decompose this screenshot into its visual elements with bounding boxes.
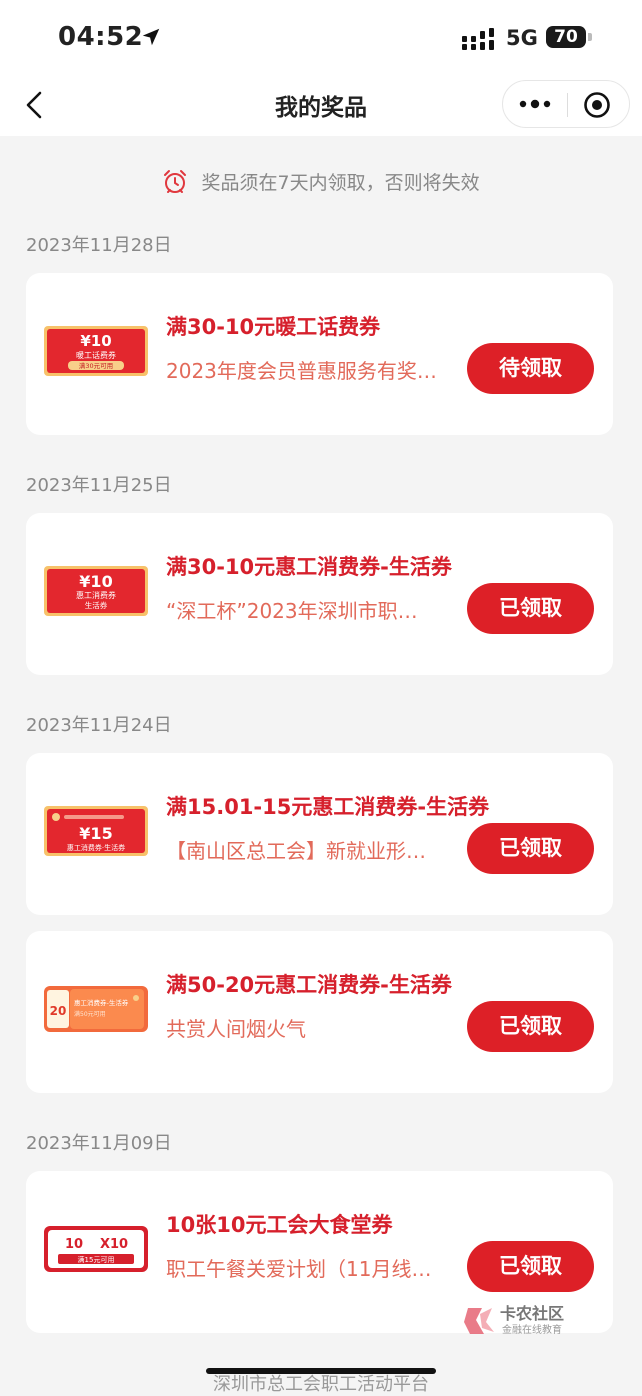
- claimed-button[interactable]: 已领取: [467, 1001, 594, 1052]
- signal-icon: [462, 28, 494, 50]
- prize-card[interactable]: ¥10 暖工话费券 满30元可用 满30-10元暖工话费券 2023年度会员普惠…: [26, 273, 613, 435]
- date-header: 2023年11月25日: [26, 475, 172, 496]
- phone-bill-coupon-image: ¥10 暖工话费券 满30元可用: [44, 326, 148, 376]
- expiry-notice: 奖品须在7天内领取，否则将失效: [0, 168, 642, 200]
- coupon-condition: 满50元可用: [74, 1010, 106, 1018]
- claim-button[interactable]: 待领取: [467, 343, 594, 394]
- network-type: 5G: [506, 26, 538, 50]
- alarm-clock-icon: [164, 169, 187, 193]
- consumption-coupon-image: ¥15 惠工消费券·生活券: [44, 806, 148, 856]
- consumption-coupon-image: 20 惠工消费券-生活券 满50元可用: [44, 986, 148, 1032]
- prize-subtitle: 职工午餐关爱计划（11月线…: [166, 1257, 432, 1281]
- prize-card[interactable]: 20 惠工消费券-生活券 满50元可用 满50-20元惠工消费券-生活券 共赏人…: [26, 931, 613, 1093]
- coupon-amount: ¥15: [79, 824, 112, 843]
- battery-tip: [588, 33, 592, 41]
- prize-title: 满15.01-15元惠工消费券-生活券: [166, 795, 490, 819]
- more-dots-icon[interactable]: [517, 91, 553, 117]
- prize-card[interactable]: ¥15 惠工消费券·生活券 满15.01-15元惠工消费券-生活券 【南山区总工…: [26, 753, 613, 915]
- prize-title: 满30-10元暖工话费券: [166, 315, 381, 339]
- coupon-label: 惠工消费券·生活券: [67, 843, 125, 852]
- coupon-count: X10: [100, 1237, 128, 1252]
- prize-card[interactable]: ¥10 惠工消费券 生活券 满30-10元惠工消费券-生活券 “深工杯”2023…: [26, 513, 613, 675]
- battery-level: 70: [546, 26, 586, 48]
- prize-title: 满30-10元惠工消费券-生活券: [166, 555, 452, 579]
- nav-bar: 我的奖品: [0, 74, 642, 136]
- claimed-button[interactable]: 已领取: [467, 583, 594, 634]
- watermark-subtext: 金融在线教育: [502, 1323, 562, 1336]
- coupon-condition: 满30元可用: [79, 361, 113, 370]
- status-bar: 04:52 5G 70: [0, 0, 642, 74]
- capsule-divider: [567, 93, 568, 117]
- canteen-coupon-image: 10 X10 满15元可用: [44, 1226, 148, 1272]
- coupon-amount: 10: [65, 1237, 83, 1252]
- prize-title: 满50-20元惠工消费券-生活券: [166, 973, 452, 997]
- coupon-amount: ¥10: [79, 572, 112, 591]
- coupon-amount: ¥10: [80, 332, 111, 350]
- site-watermark: 卡农社区 金融在线教育: [464, 1304, 564, 1336]
- coupon-amount: 20: [50, 1004, 67, 1018]
- prize-subtitle: 2023年度会员普惠服务有奖…: [166, 359, 437, 383]
- date-header: 2023年11月24日: [26, 715, 172, 736]
- coupon-label: 惠工消费券-生活券: [74, 998, 129, 1007]
- mini-program-capsule: [502, 80, 630, 128]
- coupon-label: 暖工话费券: [76, 350, 116, 360]
- close-target-icon[interactable]: [583, 91, 611, 119]
- prize-subtitle: “深工杯”2023年深圳市职…: [166, 599, 418, 623]
- prize-title: 10张10元工会大食堂券: [166, 1213, 393, 1237]
- coupon-condition: 生活券: [85, 600, 108, 610]
- consumption-coupon-image: ¥10 惠工消费券 生活券: [44, 566, 148, 616]
- claimed-button[interactable]: 已领取: [467, 1241, 594, 1292]
- location-arrow-icon: [142, 28, 160, 46]
- prize-subtitle: 共赏人间烟火气: [166, 1017, 306, 1041]
- prize-subtitle: 【南山区总工会】新就业形…: [166, 839, 426, 863]
- coupon-label: 惠工消费券: [76, 590, 116, 600]
- home-indicator: [206, 1368, 436, 1374]
- date-header: 2023年11月28日: [26, 235, 172, 256]
- watermark-text: 卡农社区: [500, 1304, 564, 1323]
- status-time: 04:52: [58, 22, 144, 52]
- notice-text: 奖品须在7天内领取，否则将失效: [201, 172, 480, 194]
- coupon-condition: 满15元可用: [78, 1255, 115, 1264]
- date-header: 2023年11月09日: [26, 1133, 172, 1154]
- claimed-button[interactable]: 已领取: [467, 823, 594, 874]
